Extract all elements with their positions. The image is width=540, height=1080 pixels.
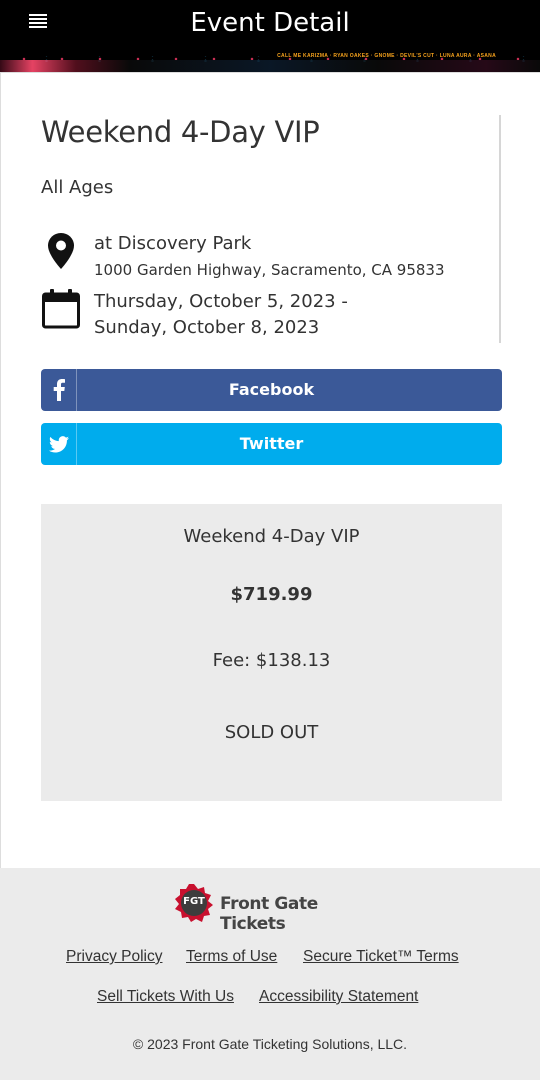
fgt-logo-badge: FGT xyxy=(183,896,205,907)
event-date-end: Sunday, October 8, 2023 xyxy=(94,317,320,338)
map-pin-icon xyxy=(48,233,74,269)
ticket-fee: Fee: $138.13 xyxy=(212,650,331,671)
terms-of-use-link[interactable]: Terms of Use xyxy=(186,948,277,966)
age-restriction: All Ages xyxy=(41,177,114,198)
accessibility-statement-link[interactable]: Accessibility Statement xyxy=(259,988,418,1006)
venue-name: at Discovery Park xyxy=(94,233,252,254)
twitter-share-button[interactable]: Twitter xyxy=(41,423,502,465)
header-banner: Event Detail CALL ME KARIZMA · RYAN OAKE… xyxy=(0,0,540,72)
footer: FGT Front Gate Tickets Privacy Policy Te… xyxy=(0,868,540,1080)
logo-text: Front Gate Tickets xyxy=(220,894,318,934)
venue-address: 1000 Garden Highway, Sacramento, CA 9583… xyxy=(94,261,445,279)
ticket-panel: Weekend 4-Day VIP $719.99 Fee: $138.13 S… xyxy=(41,504,502,801)
banner-glow xyxy=(0,60,540,72)
scroll-divider xyxy=(499,115,501,343)
privacy-policy-link[interactable]: Privacy Policy xyxy=(66,948,162,966)
ticket-name: Weekend 4-Day VIP xyxy=(183,526,360,547)
sell-tickets-link[interactable]: Sell Tickets With Us xyxy=(97,988,234,1006)
secure-ticket-terms-link[interactable]: Secure Ticket™ Terms xyxy=(303,948,459,966)
event-title: Weekend 4-Day VIP xyxy=(41,115,320,149)
ticket-price: $719.99 xyxy=(230,584,313,605)
facebook-share-button[interactable]: Facebook xyxy=(41,369,502,411)
page-title: Event Detail xyxy=(190,8,350,38)
calendar-icon xyxy=(42,289,80,329)
ticket-status: SOLD OUT xyxy=(224,722,319,743)
twitter-share-label: Twitter xyxy=(239,434,304,453)
event-date-start: Thursday, October 5, 2023 - xyxy=(94,291,348,312)
banner-lineup-text: CALL ME KARIZMA · RYAN OAKES · GNOME · D… xyxy=(277,53,496,59)
facebook-share-label: Facebook xyxy=(228,380,315,399)
front-gate-tickets-logo[interactable]: FGT Front Gate Tickets xyxy=(174,883,374,934)
event-detail-card: Weekend 4-Day VIP All Ages at Discovery … xyxy=(0,72,540,868)
copyright: © 2023 Front Gate Ticketing Solutions, L… xyxy=(132,1036,408,1052)
